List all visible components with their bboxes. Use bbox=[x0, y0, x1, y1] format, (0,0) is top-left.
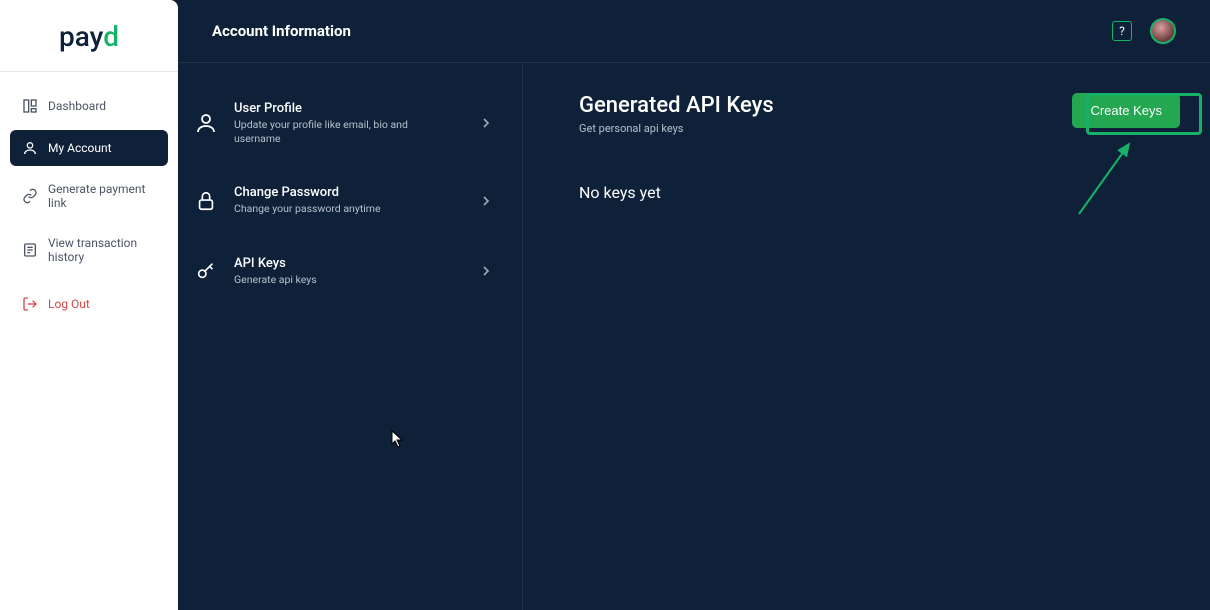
brand-text-1: pay bbox=[59, 20, 103, 53]
lock-icon bbox=[192, 187, 220, 215]
logout-icon bbox=[22, 296, 38, 312]
detail-title: Generated API Keys bbox=[579, 93, 774, 118]
content: User Profile Update your profile like em… bbox=[178, 63, 1210, 610]
user-icon bbox=[192, 109, 220, 137]
dashboard-icon bbox=[22, 98, 38, 114]
create-keys-button[interactable]: Create Keys bbox=[1072, 93, 1180, 128]
sidebar: payd Dashboard My Account Generate payme… bbox=[0, 0, 178, 610]
chevron-right-icon bbox=[478, 193, 494, 209]
setting-text: API Keys Generate api keys bbox=[234, 256, 464, 287]
settings-column: User Profile Update your profile like em… bbox=[178, 63, 523, 610]
setting-user-profile[interactable]: User Profile Update your profile like em… bbox=[178, 81, 522, 165]
sidebar-item-payment-link[interactable]: Generate payment link bbox=[10, 172, 168, 220]
detail-column: Generated API Keys Get personal api keys… bbox=[523, 63, 1210, 610]
setting-api-keys[interactable]: API Keys Generate api keys bbox=[178, 236, 522, 307]
chevron-right-icon bbox=[478, 115, 494, 131]
help-button[interactable]: ? bbox=[1112, 21, 1132, 41]
sidebar-item-transactions[interactable]: View transaction history bbox=[10, 226, 168, 274]
setting-subtitle: Update your profile like email, bio and … bbox=[234, 118, 434, 145]
sidebar-item-dashboard[interactable]: Dashboard bbox=[10, 88, 168, 124]
brand-text-2: d bbox=[103, 20, 119, 53]
topbar-right: ? bbox=[1112, 18, 1176, 44]
avatar[interactable] bbox=[1150, 18, 1176, 44]
setting-subtitle: Generate api keys bbox=[234, 273, 434, 287]
key-icon bbox=[192, 257, 220, 285]
setting-title: Change Password bbox=[234, 185, 464, 200]
history-icon bbox=[22, 242, 38, 258]
detail-subtitle: Get personal api keys bbox=[579, 122, 774, 135]
topbar: Account Information ? bbox=[178, 0, 1210, 63]
page-title: Account Information bbox=[212, 22, 351, 40]
sidebar-item-label: Dashboard bbox=[48, 99, 106, 113]
sidebar-nav: Dashboard My Account Generate payment li… bbox=[0, 72, 178, 338]
sidebar-item-label: My Account bbox=[48, 141, 112, 155]
setting-text: Change Password Change your password any… bbox=[234, 185, 464, 216]
sidebar-item-label: View transaction history bbox=[48, 236, 156, 264]
setting-title: User Profile bbox=[234, 101, 464, 116]
setting-change-password[interactable]: Change Password Change your password any… bbox=[178, 165, 522, 236]
sidebar-item-logout[interactable]: Log Out bbox=[10, 286, 168, 322]
brand-logo: payd bbox=[0, 0, 178, 72]
sidebar-item-label: Log Out bbox=[48, 297, 90, 311]
sidebar-item-label: Generate payment link bbox=[48, 182, 156, 210]
help-icon: ? bbox=[1119, 24, 1125, 38]
main: Account Information ? User Profile Updat… bbox=[178, 0, 1210, 610]
account-icon bbox=[22, 140, 38, 156]
arrow-annotation bbox=[1074, 139, 1144, 219]
chevron-right-icon bbox=[478, 263, 494, 279]
link-icon bbox=[22, 188, 38, 204]
setting-title: API Keys bbox=[234, 256, 464, 271]
setting-subtitle: Change your password anytime bbox=[234, 202, 434, 216]
detail-heading-group: Generated API Keys Get personal api keys bbox=[579, 93, 774, 135]
setting-text: User Profile Update your profile like em… bbox=[234, 101, 464, 145]
sidebar-item-my-account[interactable]: My Account bbox=[10, 130, 168, 166]
detail-header: Generated API Keys Get personal api keys… bbox=[579, 93, 1180, 135]
empty-state: No keys yet bbox=[579, 183, 1180, 202]
